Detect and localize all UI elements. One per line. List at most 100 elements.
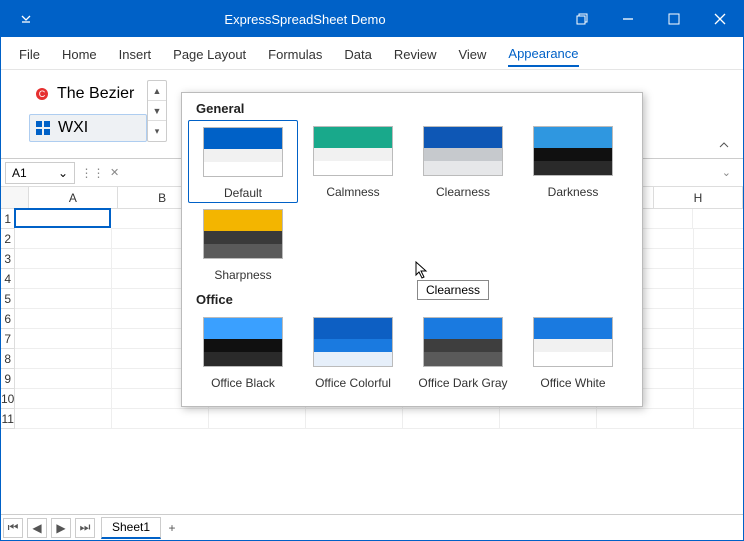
name-box-value: A1	[12, 166, 27, 180]
svg-text:C: C	[39, 89, 46, 99]
theme-option-calmness[interactable]: Calmness	[298, 120, 408, 203]
tab-file[interactable]: File	[19, 43, 40, 66]
theme-option-office-black[interactable]: Office Black	[188, 311, 298, 392]
chevron-down-icon: ⌄	[58, 166, 68, 180]
theme-option-office-dark-gray[interactable]: Office Dark Gray	[408, 311, 518, 392]
cell[interactable]	[112, 409, 209, 429]
tab-formulas[interactable]: Formulas	[268, 43, 322, 66]
tab-data[interactable]: Data	[344, 43, 371, 66]
formula-cancel-icon[interactable]: ✕	[105, 166, 124, 179]
cell[interactable]	[15, 269, 112, 289]
row-header-3[interactable]: 3	[1, 249, 15, 269]
cell[interactable]	[694, 249, 743, 269]
theme-spinner: ▲ ▼ ▾	[147, 80, 167, 142]
minimize-icon[interactable]	[605, 1, 651, 37]
tab-page-layout[interactable]: Page Layout	[173, 43, 246, 66]
cell[interactable]	[15, 369, 112, 389]
cell[interactable]	[500, 409, 597, 429]
gallery-section-office: Office	[182, 284, 642, 311]
cell[interactable]	[694, 229, 743, 249]
theme-option-label: Office Black	[211, 367, 275, 390]
row-header-4[interactable]: 4	[1, 269, 15, 289]
theme-option-darkness[interactable]: Darkness	[518, 120, 628, 203]
cell[interactable]	[694, 369, 743, 389]
quick-access-dropdown[interactable]	[1, 14, 51, 24]
cell[interactable]	[694, 349, 743, 369]
wxi-icon	[36, 121, 50, 135]
cell[interactable]	[694, 269, 743, 289]
add-sheet-button[interactable]: +	[163, 521, 181, 535]
row-header-8[interactable]: 8	[1, 349, 15, 369]
row-header-1[interactable]: 1	[1, 209, 15, 229]
ribbon-collapse-icon[interactable]	[717, 138, 731, 152]
tab-review[interactable]: Review	[394, 43, 437, 66]
spin-down[interactable]: ▼	[148, 101, 166, 121]
theme-option-office-white[interactable]: Office White	[518, 311, 628, 392]
col-header-A[interactable]: A	[29, 187, 118, 209]
bezier-icon: C	[35, 87, 49, 101]
theme-option-office-colorful[interactable]: Office Colorful	[298, 311, 408, 392]
cell[interactable]	[597, 409, 694, 429]
cell[interactable]	[694, 409, 743, 429]
sheet-bar: ⏮ ◀ ▶ ⏭ Sheet1 +	[1, 514, 743, 540]
row-header-5[interactable]: 5	[1, 289, 15, 309]
cell[interactable]	[15, 249, 112, 269]
cell[interactable]	[15, 309, 112, 329]
theme-bezier-item[interactable]: C The Bezier	[29, 80, 147, 108]
theme-option-label: Office White	[540, 367, 605, 390]
theme-option-label: Default	[224, 177, 262, 200]
sheet-nav-next[interactable]: ▶	[51, 518, 71, 538]
cell[interactable]	[15, 409, 112, 429]
cell[interactable]	[306, 409, 403, 429]
theme-option-sharpness[interactable]: Sharpness	[188, 203, 298, 284]
spin-up[interactable]: ▲	[148, 81, 166, 101]
row-header-6[interactable]: 6	[1, 309, 15, 329]
close-icon[interactable]	[697, 1, 743, 37]
theme-option-clearness[interactable]: Clearness	[408, 120, 518, 203]
spin-drop[interactable]: ▾	[148, 121, 166, 141]
cell[interactable]	[694, 329, 743, 349]
theme-option-label: Darkness	[548, 176, 599, 199]
formula-expand-icon[interactable]: ⌄	[714, 166, 739, 179]
tab-appearance[interactable]: Appearance	[508, 42, 578, 67]
theme-wxi-item[interactable]: WXI	[29, 114, 147, 142]
row-header-10[interactable]: 10	[1, 389, 15, 409]
row-header-11[interactable]: 11	[1, 409, 15, 429]
cell[interactable]	[15, 329, 112, 349]
sheet-nav-last[interactable]: ⏭	[75, 518, 95, 538]
cell[interactable]	[694, 309, 743, 329]
restore-icon[interactable]	[559, 1, 605, 37]
row-header-2[interactable]: 2	[1, 229, 15, 249]
sheet-tab[interactable]: Sheet1	[101, 517, 161, 539]
cell[interactable]	[15, 229, 112, 249]
titlebar: ExpressSpreadSheet Demo	[1, 1, 743, 37]
tab-insert[interactable]: Insert	[119, 43, 152, 66]
sheet-nav-prev[interactable]: ◀	[27, 518, 47, 538]
cell[interactable]	[14, 208, 111, 228]
gallery-section-general: General	[182, 93, 642, 120]
name-box[interactable]: A1 ⌄	[5, 162, 75, 184]
theme-option-default[interactable]: Default	[188, 120, 298, 203]
cell[interactable]	[15, 389, 112, 409]
cell[interactable]	[209, 409, 306, 429]
theme-option-label: Office Dark Gray	[418, 367, 507, 390]
select-all-corner[interactable]	[1, 187, 29, 209]
cursor-icon	[415, 261, 429, 284]
cell[interactable]	[403, 409, 500, 429]
row-header-7[interactable]: 7	[1, 329, 15, 349]
row-header-9[interactable]: 9	[1, 369, 15, 389]
theme-option-label: Office Colorful	[315, 367, 391, 390]
theme-option-label: Clearness	[436, 176, 490, 199]
cell[interactable]	[15, 289, 112, 309]
cell[interactable]	[693, 209, 743, 229]
cell[interactable]	[694, 389, 743, 409]
maximize-icon[interactable]	[651, 1, 697, 37]
formula-options-icon[interactable]: ⋮⋮	[75, 166, 105, 180]
tab-view[interactable]: View	[458, 43, 486, 66]
cell[interactable]	[15, 349, 112, 369]
tab-home[interactable]: Home	[62, 43, 97, 66]
col-header-H[interactable]: H	[654, 187, 743, 209]
cell[interactable]	[694, 289, 743, 309]
sheet-nav-first[interactable]: ⏮	[3, 518, 23, 538]
window-title: ExpressSpreadSheet Demo	[51, 12, 559, 27]
